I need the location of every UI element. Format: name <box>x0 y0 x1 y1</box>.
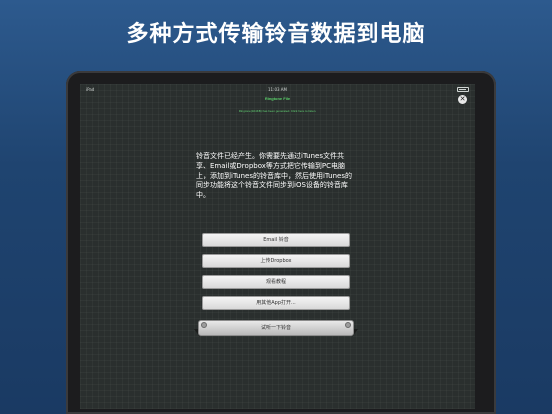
promo-headline: 多种方式传输铃音数据到电脑 <box>126 22 426 47</box>
status-time: 11:03 AM <box>268 87 287 92</box>
generated-banner[interactable]: Ringtone(324KB) has been generated. Clic… <box>80 109 475 113</box>
watch-tutorial-button[interactable]: 观看教程 <box>202 275 350 289</box>
knob-left <box>201 322 207 328</box>
preview-ringtone-button[interactable]: 试听一下铃音 <box>198 320 354 336</box>
instruction-text: 铃音文件已经产生。你需要先通过iTunes文件共享、Email或Dropbox等… <box>196 152 352 200</box>
upload-dropbox-button[interactable]: 上传Dropbox <box>202 254 350 268</box>
nav-title: Ringtone File <box>264 96 291 101</box>
close-icon[interactable]: ✕ <box>458 95 467 104</box>
knob-right <box>345 322 351 328</box>
status-bar: iPad 11:03 AM <box>80 84 475 94</box>
open-in-app-button[interactable]: 用其他App打开... <box>202 296 350 310</box>
app-screen: iPad 11:03 AM Ringtone File ✕ Ringtone(3… <box>80 84 475 409</box>
nav-bar: Ringtone File ✕ <box>80 94 475 106</box>
preview-button-wrapper: 试听一下铃音 <box>194 320 358 338</box>
email-ringtone-button[interactable]: Email 铃音 <box>202 233 350 247</box>
battery-icon <box>457 87 469 92</box>
